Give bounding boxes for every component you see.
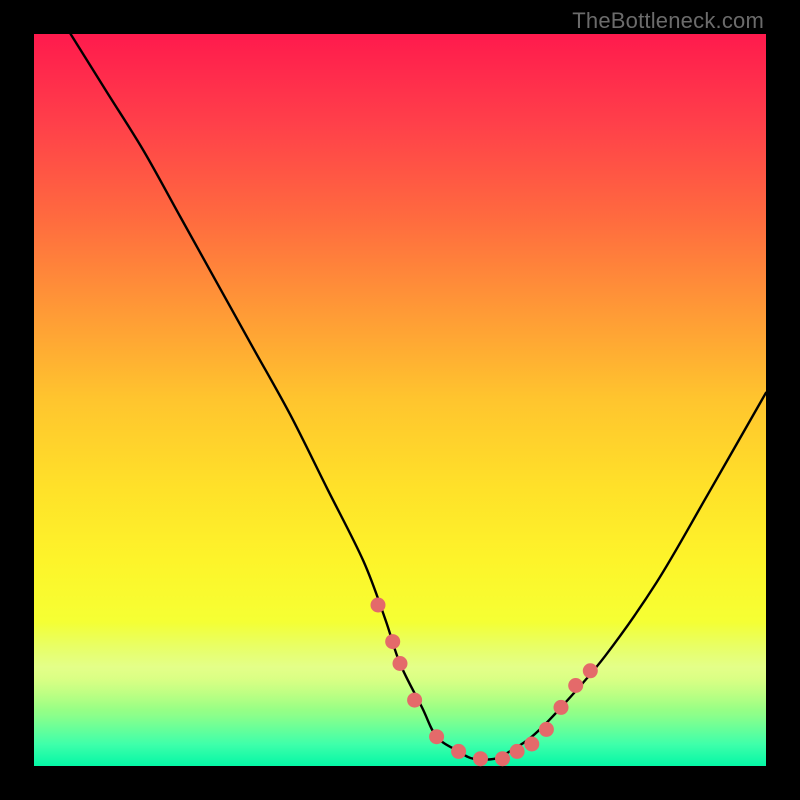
plot-area [34, 34, 766, 766]
highlight-dot [495, 751, 510, 766]
watermark-text: TheBottleneck.com [572, 8, 764, 34]
bottleneck-curve [71, 34, 766, 760]
highlight-dot [539, 722, 554, 737]
chart-frame: TheBottleneck.com [0, 0, 800, 800]
highlight-dot [407, 693, 422, 708]
highlight-dot [371, 598, 386, 613]
highlight-dot [554, 700, 569, 715]
highlight-dot [393, 656, 408, 671]
highlight-dot [568, 678, 583, 693]
highlight-dots-group [371, 598, 598, 767]
highlight-dot [583, 663, 598, 678]
highlight-dot [385, 634, 400, 649]
highlight-dot [524, 737, 539, 752]
chart-svg [34, 34, 766, 766]
highlight-dot [510, 744, 525, 759]
highlight-dot [473, 751, 488, 766]
highlight-dot [429, 729, 444, 744]
highlight-dot [451, 744, 466, 759]
